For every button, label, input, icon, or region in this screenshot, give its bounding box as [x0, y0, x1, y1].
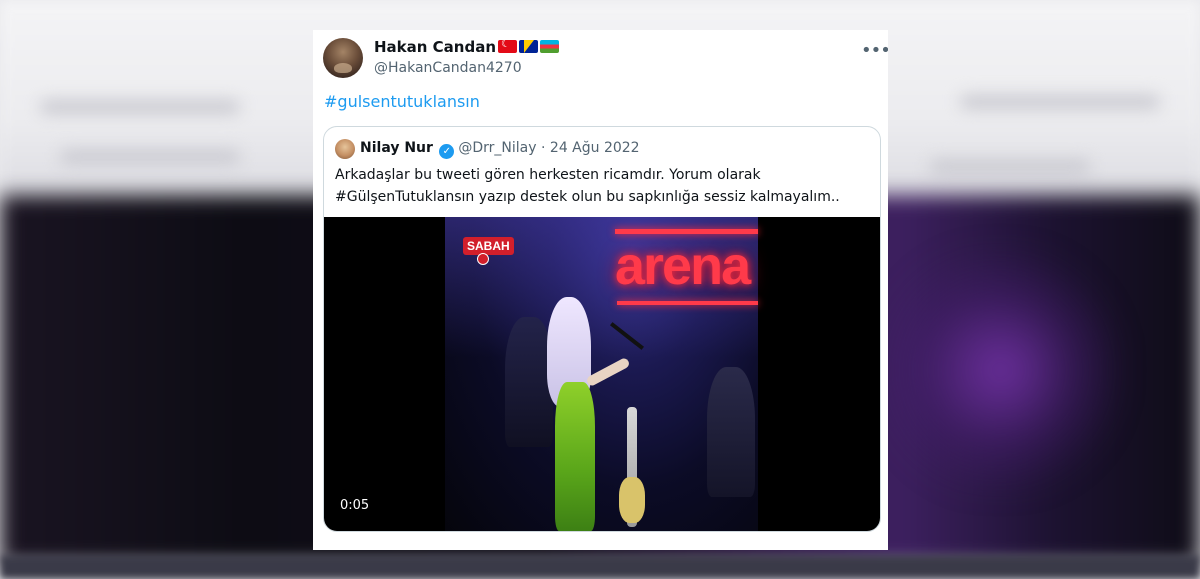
blurred-background-smear — [960, 95, 1160, 109]
quoted-text-line: Arkadaşlar bu tweeti gören herkesten ric… — [335, 167, 761, 183]
header-separator: · — [541, 140, 546, 156]
azerbaijan-flag-icon — [540, 40, 560, 53]
quoted-text-line: #GülşenTutuklansın yazıp destek olun bu … — [335, 189, 840, 205]
singer-dress — [555, 382, 595, 531]
singer-arm — [585, 356, 631, 388]
more-horizontal-icon[interactable]: ••• — [861, 40, 888, 61]
blurred-background-smear — [60, 150, 240, 164]
author-avatar[interactable] — [323, 38, 363, 78]
flag-emoji-group — [498, 40, 560, 53]
blurred-background-glow — [880, 250, 1120, 490]
neon-bar — [615, 229, 758, 234]
sabah-logo: SABAH — [463, 237, 514, 255]
quoted-author-avatar[interactable] — [335, 139, 355, 159]
video-frame[interactable]: arena SABAH — [445, 217, 758, 531]
bosnia-flag-icon — [519, 40, 539, 53]
guitar-body — [619, 477, 645, 523]
tweet-card[interactable]: Hakan Candan @HakanCandan4270 ••• #gulse… — [313, 30, 888, 550]
turkey-flag-icon — [498, 40, 518, 53]
background-musician — [505, 317, 553, 447]
author-handle[interactable]: @HakanCandan4270 — [374, 60, 522, 76]
video-player[interactable]: arena SABAH 0:05 — [324, 217, 880, 531]
verified-badge-icon: ✓ — [439, 144, 455, 159]
hashtag-link[interactable]: #gulsentutuklansın — [324, 92, 480, 111]
quoted-author-handle[interactable]: @Drr_Nilay — [458, 140, 536, 156]
quoted-tweet-text: Arkadaşlar bu tweeti gören herkesten ric… — [335, 164, 865, 208]
video-elapsed-time: 0:05 — [340, 498, 370, 513]
quoted-tweet-header: Nilay Nur ✓ @Drr_Nilay · 24 Ağu 2022 — [360, 140, 640, 159]
author-name[interactable]: Hakan Candan — [374, 38, 496, 56]
blurred-background-bottom — [0, 555, 1200, 579]
quoted-tweet-date[interactable]: 24 Ağu 2022 — [550, 140, 640, 156]
play-badge-icon — [477, 253, 489, 265]
neon-bar — [617, 301, 758, 305]
quoted-author-name[interactable]: Nilay Nur — [360, 140, 433, 156]
venue-neon-sign: arena — [615, 236, 751, 296]
author-name-row[interactable]: Hakan Candan — [374, 38, 560, 56]
blurred-background-smear — [40, 100, 240, 114]
guitarist — [707, 367, 755, 497]
quoted-tweet[interactable]: Nilay Nur ✓ @Drr_Nilay · 24 Ağu 2022 Arka… — [323, 126, 881, 532]
blurred-background-smear — [930, 160, 1090, 174]
